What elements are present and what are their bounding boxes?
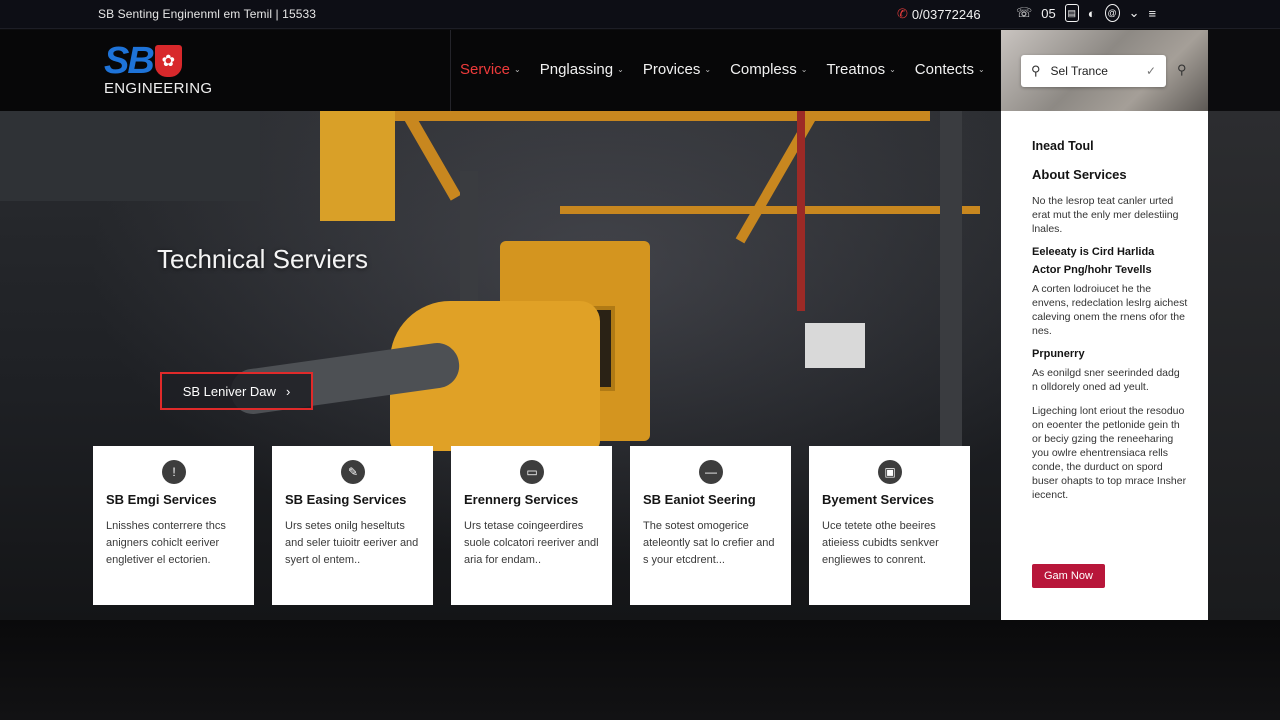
call-icon[interactable]: ☏ [1016, 4, 1032, 22]
side-heading: Inead Toul [1032, 139, 1094, 153]
calendar-icon[interactable]: ▤ [1064, 4, 1079, 22]
hero-beam [735, 111, 820, 244]
nav-label: Compless [730, 61, 797, 78]
card-title: SB Emgi Services [106, 492, 217, 507]
phone-icon: ✆ [897, 6, 908, 21]
nav-label: Service [460, 61, 511, 78]
chevron-right-icon: › [285, 383, 291, 399]
nav-item-contects[interactable]: Contects ⌄ [915, 61, 985, 78]
chevron-down-icon: ⌄ [889, 65, 896, 74]
tagline: SB Senting Enginenml em Temil | 15533 [98, 7, 317, 21]
nav-item-service[interactable]: Service ⌄ [460, 61, 521, 78]
search-value: Sel Trance [1050, 64, 1108, 78]
side-subheading: Prpunerry [1032, 348, 1085, 360]
pencil-icon: ✎ [341, 460, 365, 484]
main-nav: Service ⌄ Pnglassing ⌄ Provices ⌄ Compless ⌄… [460, 61, 985, 78]
hero-cta-label: SB Leniver Daw [182, 383, 276, 399]
card-title: SB Eaniot Seering [643, 492, 756, 507]
monitor-icon: ▭ [520, 460, 544, 484]
card-title: SB Easing Services [285, 492, 407, 507]
hero-title: Technical Serviers [157, 244, 368, 274]
utility-icons: ☏ 05 ▤ ◐ @ ⌄ ≡ [1016, 4, 1156, 22]
chevron-down-icon: ⌄ [978, 65, 985, 74]
logo-mark: SB ✿ [104, 40, 216, 82]
side-paragraph: A corten lodroiucet he the envens, redec… [1032, 283, 1188, 337]
card-text: Lnisshes conterrere thcs anigners cohicl… [106, 520, 226, 566]
hero-console [805, 323, 865, 368]
hero-beam [400, 111, 462, 201]
hero-cta-button[interactable]: SB Leniver Daw › [160, 372, 313, 410]
side-subheading: Eeleeaty is Cird Harlida [1032, 246, 1155, 258]
nav-item-compless[interactable]: Compless ⌄ [730, 61, 807, 78]
nav-label: Treatnos [826, 61, 886, 78]
logo-subtitle: ENGINEERING [104, 80, 213, 97]
minus-icon: — [699, 460, 723, 484]
side-title: About Services [1032, 167, 1127, 182]
get-now-button[interactable]: Gam Now [1032, 564, 1105, 588]
nav-label: Provices [642, 61, 701, 78]
service-card[interactable]: ▭ Erennerg Services Urs tetase coingeerd… [451, 446, 612, 605]
card-text: Urs setes onilg heseltuts and seler tuio… [285, 520, 419, 566]
service-card[interactable]: — SB Eaniot Seering The sotest omogerice… [630, 446, 791, 605]
search-icon: ⚲ [1031, 63, 1041, 78]
shield-icon: ✿ [154, 45, 182, 77]
check-icon: ✓ [1145, 64, 1156, 78]
card-title: Erennerg Services [464, 492, 579, 507]
hero-machine-arm [320, 111, 395, 221]
chevron-down-icon: ⌄ [514, 65, 521, 74]
site-header: SB ✿ ENGINEERING Service ⌄ Pnglassing ⌄ Pr… [0, 30, 1000, 111]
hero-edge [1208, 111, 1280, 620]
count-badge[interactable]: 05 [1041, 4, 1055, 22]
nav-item-pnglassing[interactable]: Pnglassing ⌄ [540, 61, 624, 78]
phone-number: 0/03772246 [911, 6, 981, 22]
menu-icon[interactable]: ≡ [1149, 4, 1157, 22]
chevron-down-icon: ⌄ [617, 65, 624, 74]
hero-red-pipe [797, 111, 805, 311]
chevron-down-icon: ⌄ [704, 65, 712, 74]
service-card[interactable]: ▣ Byement Services Uce tetete othe beeir… [809, 446, 970, 605]
hero-beam [560, 206, 980, 214]
chevron-down-icon[interactable]: ⌄ [1129, 4, 1140, 22]
nav-divider [450, 30, 451, 111]
side-panel-header: ⚲ Sel Trance ✓ ⚲ [1001, 30, 1208, 111]
logo-text: SB [104, 40, 155, 82]
side-paragraph: Ligeching lont eriout the resoduo on eoe… [1032, 405, 1187, 501]
service-card[interactable]: ✎ SB Easing Services Urs setes onilg hes… [272, 446, 433, 605]
page: SB Senting Enginenml em Temil | 15533 ✆ … [0, 0, 1280, 720]
nav-label: Pnglassing [539, 61, 614, 78]
card-text: Uce tetete othe beeires atieiess cubidts… [822, 520, 939, 566]
search-field[interactable]: ⚲ Sel Trance ✓ [1021, 55, 1166, 87]
search-button-icon[interactable]: ⚲ [1177, 62, 1187, 78]
card-text: The sotest omogerice ateleontly sat lo c… [643, 520, 775, 566]
top-utility-bar: SB Senting Enginenml em Temil | 15533 ✆ … [0, 0, 1280, 29]
card-text: Urs tetase coingeerdires suole colcatori… [464, 520, 599, 566]
hero-wall [0, 111, 260, 201]
document-icon: ▣ [878, 460, 902, 484]
side-panel: Inead Toul About Services No the lesrop … [1001, 111, 1208, 620]
nav-label: Contects [914, 61, 974, 78]
info-icon: ! [162, 460, 186, 484]
hero-beam [330, 111, 930, 121]
side-paragraph: As eonilgd sner seerinded dadg n olldore… [1032, 367, 1180, 393]
logo[interactable]: SB ✿ ENGINEERING [104, 40, 216, 100]
service-cards: ! SB Emgi Services Lnisshes conterrere t… [93, 446, 970, 605]
email-icon[interactable]: @ [1104, 4, 1120, 22]
globe-icon[interactable]: ◐ [1088, 4, 1096, 22]
side-paragraph: No the lesrop teat canler urted erat mut… [1032, 195, 1179, 235]
chevron-down-icon: ⌄ [800, 65, 808, 74]
nav-item-treatnos[interactable]: Treatnos ⌄ [826, 61, 895, 78]
phone-link[interactable]: ✆ 0/03772246 [897, 6, 981, 22]
footer-band [0, 620, 1280, 720]
card-title: Byement Services [822, 492, 935, 507]
service-card[interactable]: ! SB Emgi Services Lnisshes conterrere t… [93, 446, 254, 605]
side-subheading: Actor Png/hohr Tevells [1032, 264, 1152, 276]
nav-item-provices[interactable]: Provices ⌄ [643, 61, 711, 78]
